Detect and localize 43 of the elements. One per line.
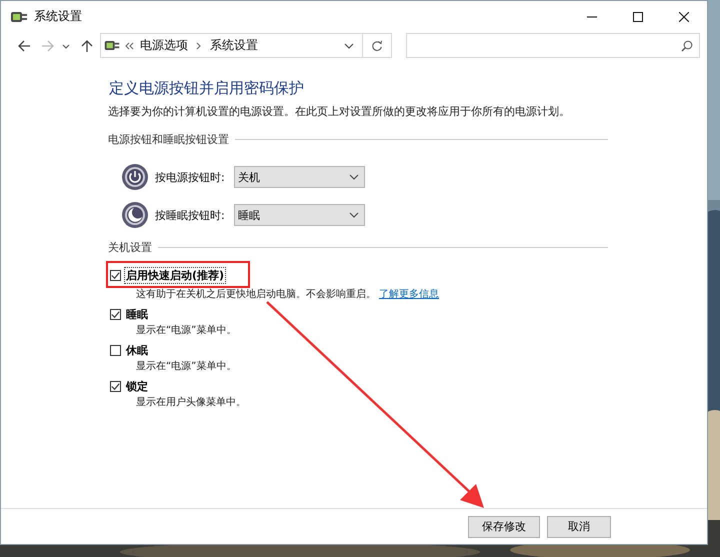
checkbox[interactable] xyxy=(110,344,121,356)
power-plug-icon xyxy=(103,38,121,53)
back-arrow-icon[interactable] xyxy=(17,38,31,52)
field-label: 按电源按钮时: xyxy=(155,170,226,184)
double-chevron-icon xyxy=(125,42,135,50)
checkbox-label[interactable]: 睡眠 xyxy=(124,306,150,322)
maximize-icon xyxy=(633,12,643,22)
search-field[interactable] xyxy=(406,33,700,58)
option-description: 这有助于在关机之后更快地启动电脑。不会影响重启。 xyxy=(136,288,376,301)
breadcrumb-item[interactable]: 系统设置 xyxy=(210,37,258,54)
address-bar[interactable]: 电源选项 系统设置 xyxy=(100,33,392,58)
search-icon xyxy=(681,40,693,52)
field-label: 按睡眠按钮时: xyxy=(155,208,226,222)
checkbox-label[interactable]: 休眠 xyxy=(124,342,150,358)
checkbox[interactable] xyxy=(110,380,121,392)
section-heading: 电源按钮和睡眠按钮设置 xyxy=(108,132,229,147)
close-icon xyxy=(679,12,689,22)
checkbox-label[interactable]: 启用快速启动(推荐) xyxy=(124,266,226,284)
chevron-right-icon xyxy=(196,42,202,50)
breadcrumb-item[interactable]: 电源选项 xyxy=(140,37,188,54)
chevron-down-icon xyxy=(349,211,359,219)
chevron-down-icon[interactable] xyxy=(62,42,70,50)
option-description: 显示在“电源”菜单中。 xyxy=(136,324,236,337)
up-arrow-icon[interactable] xyxy=(80,38,94,52)
chevron-down-icon xyxy=(349,173,359,181)
save-button[interactable]: 保存修改 xyxy=(468,516,540,538)
chevron-down-icon[interactable] xyxy=(344,42,354,50)
option-description: 显示在用户头像菜单中。 xyxy=(136,396,246,409)
page-description: 选择要为你的计算机设置的电源设置。在此页上对设置所做的更改将应用于你所有的电源计划。 xyxy=(108,104,571,119)
moon-icon xyxy=(121,201,149,229)
window-title: 系统设置 xyxy=(34,8,82,25)
checkbox[interactable] xyxy=(110,270,121,280)
power-icon xyxy=(121,163,149,191)
option-description: 显示在“电源”菜单中。 xyxy=(136,360,236,373)
dropdown[interactable]: 关机 xyxy=(234,166,365,188)
page-heading: 定义电源按钮并启用密码保护 xyxy=(109,79,305,98)
learn-more-link[interactable]: 了解更多信息 xyxy=(379,287,439,301)
checkbox[interactable] xyxy=(110,308,121,320)
checkbox-label[interactable]: 锁定 xyxy=(124,378,150,394)
dropdown[interactable]: 睡眠 xyxy=(234,204,365,226)
cancel-button[interactable]: 取消 xyxy=(547,516,611,538)
refresh-icon[interactable] xyxy=(371,40,383,52)
section-heading: 关机设置 xyxy=(108,240,152,255)
